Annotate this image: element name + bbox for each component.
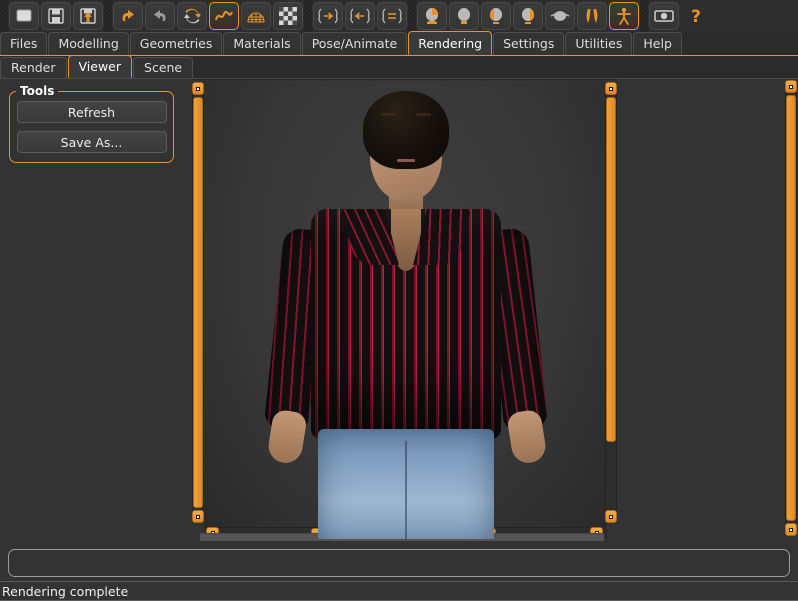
makehuman-window: ? Files Modelling Geometries Materials P…	[0, 0, 798, 601]
toolbar-group-file	[8, 0, 104, 32]
scrollbar-thumb[interactable]	[786, 95, 796, 521]
arrow-glyph	[196, 515, 200, 519]
scrollbar-thumb[interactable]	[193, 97, 203, 508]
figure-hair	[363, 91, 449, 169]
reset-mesh-icon[interactable]	[177, 2, 207, 30]
image-vertical-scrollbar-left[interactable]	[192, 82, 204, 523]
figure-right-brow	[416, 113, 431, 116]
view-back-icon[interactable]	[449, 2, 479, 30]
arrow-glyph	[789, 85, 793, 89]
tab-pose-animate[interactable]: Pose/Animate	[302, 32, 408, 55]
arrow-glyph	[609, 87, 613, 91]
toolbar-separator	[640, 0, 648, 32]
progress-bar	[8, 549, 790, 577]
wireframe-icon[interactable]	[241, 2, 271, 30]
subtab-viewer[interactable]: Viewer	[68, 55, 133, 78]
view-front-icon[interactable]	[417, 2, 447, 30]
symmetry-right-icon[interactable]	[313, 2, 343, 30]
left-task-panel: Tools Refresh Save As...	[0, 79, 190, 537]
tab-help[interactable]: Help	[633, 32, 682, 55]
grab-screen-icon[interactable]	[649, 2, 679, 30]
figure-left-brow	[381, 113, 396, 116]
smooth-shading-icon[interactable]	[209, 2, 239, 30]
svg-text:?: ?	[691, 7, 701, 25]
toolbar-separator	[0, 0, 8, 32]
rendered-image[interactable]	[204, 81, 607, 539]
undo-icon[interactable]	[113, 2, 143, 30]
tab-geometries[interactable]: Geometries	[130, 32, 223, 55]
figure-jeans	[318, 429, 494, 539]
grid-icon[interactable]	[273, 2, 303, 30]
scroll-up-arrow[interactable]	[192, 82, 204, 95]
main-tab-bar: Files Modelling Geometries Materials Pos…	[0, 32, 798, 56]
scroll-down-arrow[interactable]	[605, 510, 617, 523]
view-bottom-icon[interactable]	[577, 2, 607, 30]
scroll-down-arrow[interactable]	[785, 523, 797, 536]
toolbar-group-views	[416, 0, 640, 32]
tab-utilities[interactable]: Utilities	[565, 32, 632, 55]
toolbar-group-symmetry	[312, 0, 408, 32]
toolbar-separator	[408, 0, 416, 32]
scroll-up-arrow[interactable]	[605, 82, 617, 95]
view-right-icon[interactable]	[513, 2, 543, 30]
toolbar-separator	[104, 0, 112, 32]
scroll-down-arrow[interactable]	[192, 510, 204, 523]
view-top-icon[interactable]	[545, 2, 575, 30]
status-bar: Rendering complete	[0, 581, 798, 601]
figure-mouth	[397, 159, 415, 162]
arrow-glyph	[196, 87, 200, 91]
arrow-glyph	[609, 515, 613, 519]
main-toolbar: ?	[0, 0, 798, 32]
tab-materials[interactable]: Materials	[223, 32, 300, 55]
subtab-render[interactable]: Render	[0, 57, 67, 78]
new-icon[interactable]	[9, 2, 39, 30]
sub-tab-bar: Render Viewer Scene	[0, 56, 798, 79]
subtab-scene[interactable]: Scene	[133, 57, 193, 78]
toolbar-group-misc: ?	[648, 0, 712, 32]
arrow-glyph	[789, 528, 793, 532]
rendered-human-figure	[204, 81, 607, 539]
save-icon[interactable]	[41, 2, 71, 30]
view-reset-icon[interactable]	[609, 2, 639, 30]
tools-groupbox: Tools Refresh Save As...	[9, 91, 174, 163]
image-vertical-scrollbar-right[interactable]	[605, 82, 617, 523]
refresh-button[interactable]: Refresh	[17, 101, 167, 123]
render-image-frame	[192, 79, 617, 539]
tab-files[interactable]: Files	[0, 32, 47, 55]
tools-groupbox-title: Tools	[16, 84, 58, 98]
view-left-icon[interactable]	[481, 2, 511, 30]
load-icon[interactable]	[73, 2, 103, 30]
tab-modelling[interactable]: Modelling	[48, 32, 128, 55]
status-message: Rendering complete	[0, 584, 128, 599]
symmetry-left-icon[interactable]	[345, 2, 375, 30]
tab-rendering[interactable]: Rendering	[408, 31, 492, 55]
scroll-up-arrow[interactable]	[785, 80, 797, 93]
viewer-area	[190, 79, 798, 537]
viewer-panel-vertical-scrollbar[interactable]	[785, 80, 797, 536]
symmetry-icon[interactable]	[377, 2, 407, 30]
toolbar-group-edit	[112, 0, 304, 32]
tab-settings[interactable]: Settings	[493, 32, 564, 55]
scrollbar-thumb[interactable]	[606, 97, 616, 442]
save-as-button[interactable]: Save As...	[17, 131, 167, 153]
redo-icon[interactable]	[145, 2, 175, 30]
help-icon[interactable]: ?	[681, 2, 711, 30]
toolbar-separator	[304, 0, 312, 32]
